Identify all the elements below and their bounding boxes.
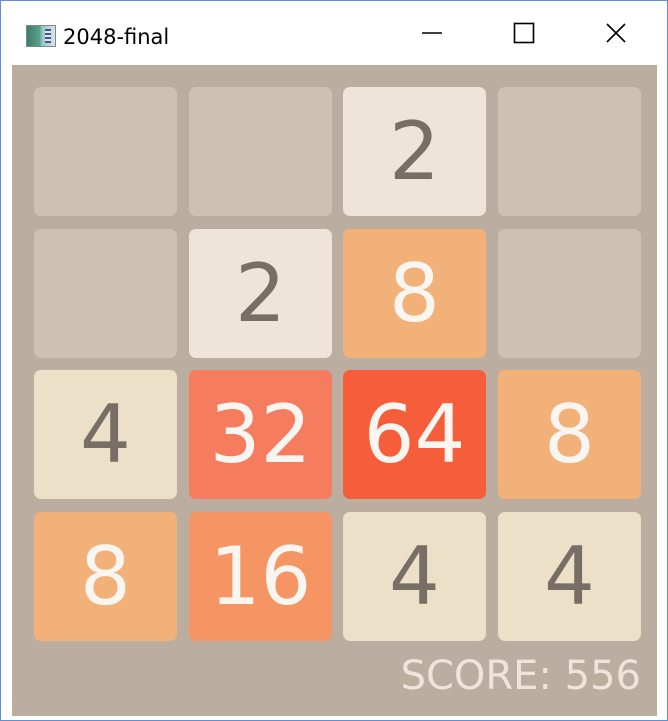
tile-8: 8 <box>498 370 641 499</box>
game-board[interactable]: 2 2 8 4 32 64 8 8 16 4 4 SCORE: 556 <box>12 65 657 716</box>
close-button[interactable] <box>570 1 662 65</box>
tile-8: 8 <box>34 512 177 641</box>
tile-4: 4 <box>343 512 486 641</box>
application-icon[interactable] <box>26 25 56 47</box>
score-label: SCORE: 556 <box>400 653 641 699</box>
tile-4: 4 <box>34 370 177 499</box>
tile-16: 16 <box>189 512 332 641</box>
tile-64: 64 <box>343 370 486 499</box>
tile-32: 32 <box>189 370 332 499</box>
minimize-icon <box>422 32 442 34</box>
tile-2: 2 <box>343 87 486 216</box>
tile-2: 2 <box>189 229 332 358</box>
title-bar[interactable]: 2048-final <box>1 1 667 65</box>
minimize-button[interactable] <box>386 1 478 65</box>
game-window: 2048-final 2 2 8 4 32 64 8 8 16 4 4 SCORE: 556 <box>0 0 668 721</box>
window-title: 2048-final <box>63 25 170 49</box>
maximize-icon <box>513 22 535 44</box>
empty-cell <box>189 87 332 216</box>
empty-cell <box>498 229 641 358</box>
empty-cell <box>34 87 177 216</box>
tile-4: 4 <box>498 512 641 641</box>
tile-8: 8 <box>343 229 486 358</box>
empty-cell <box>498 87 641 216</box>
maximize-button[interactable] <box>478 1 570 65</box>
close-icon <box>606 23 626 43</box>
empty-cell <box>34 229 177 358</box>
